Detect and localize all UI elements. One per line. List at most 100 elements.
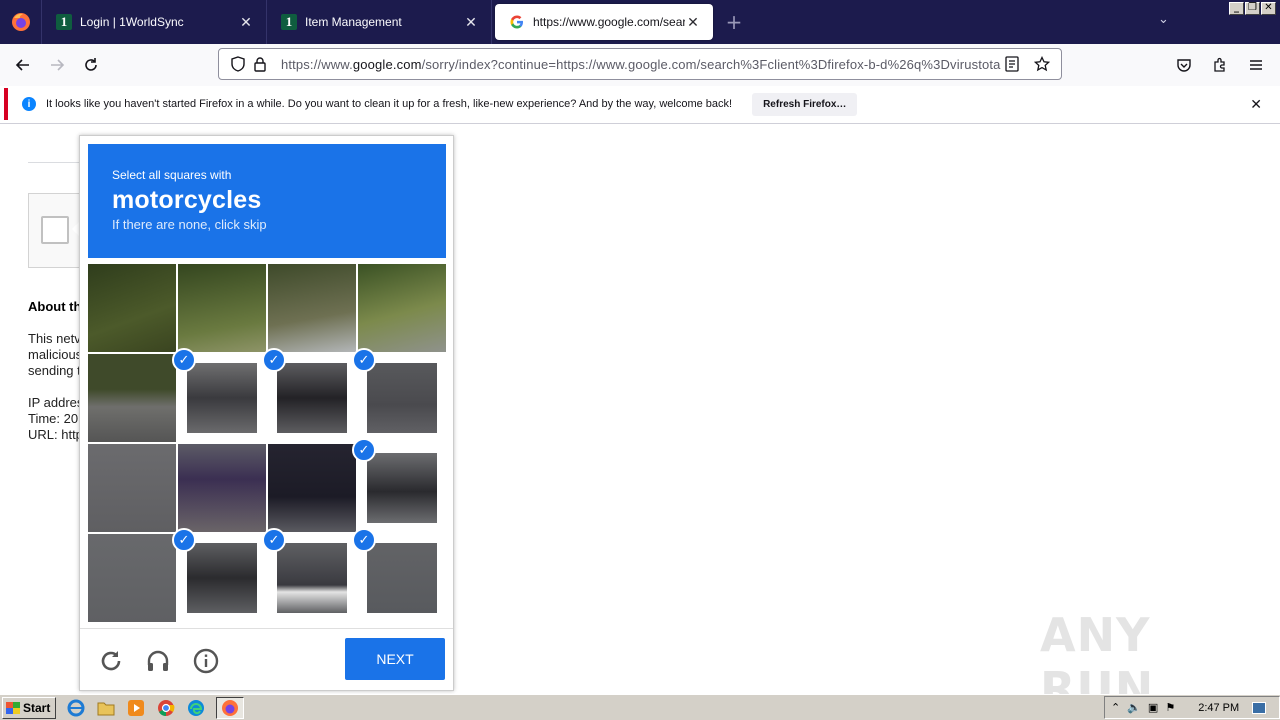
tile-image (187, 363, 257, 433)
tab-label: Item Management (305, 15, 402, 29)
next-button[interactable]: NEXT (345, 638, 445, 680)
captcha-tile[interactable] (268, 444, 356, 532)
shield-icon[interactable] (227, 53, 249, 75)
internet-explorer-icon[interactable] (66, 698, 86, 718)
url-bar[interactable]: https://www.google.com/sorry/index?conti… (218, 48, 1062, 80)
checkmark-icon: ✓ (352, 528, 376, 552)
system-tray: ⌃ 🔈 ▣ ⚑ 2:47 PM (1104, 696, 1280, 719)
captcha-tile[interactable] (268, 264, 356, 352)
captcha-tile[interactable] (88, 264, 176, 352)
edge-icon[interactable] (186, 698, 206, 718)
pocket-icon[interactable] (1170, 51, 1198, 79)
forward-arrow-icon[interactable] (40, 48, 74, 82)
media-player-icon[interactable] (126, 698, 146, 718)
1worldsync-icon: 1 (56, 14, 72, 30)
tile-image (367, 543, 437, 613)
url-prefix: https://www. (281, 56, 353, 72)
tile-image (358, 264, 446, 352)
captcha-tile[interactable]: ✓ (352, 528, 446, 622)
tile-image (178, 264, 266, 352)
info-icon: i (22, 97, 36, 111)
chrome-icon[interactable] (156, 698, 176, 718)
tile-image (88, 534, 176, 622)
bookmark-star-icon[interactable] (1031, 53, 1053, 75)
google-icon (509, 14, 525, 30)
lock-icon[interactable] (249, 53, 271, 75)
checkmark-icon: ✓ (262, 348, 286, 372)
quick-launch (66, 696, 244, 719)
refresh-firefox-button[interactable]: Refresh Firefox… (752, 92, 858, 116)
tile-image (88, 354, 176, 442)
checkmark-icon: ✓ (262, 528, 286, 552)
captcha-tile[interactable]: ✓ (352, 438, 446, 532)
clock: 2:47 PM (1198, 701, 1240, 714)
network-icon[interactable]: ▣ (1148, 701, 1158, 714)
headphones-icon[interactable] (143, 646, 173, 676)
captcha-tile[interactable] (88, 354, 176, 442)
challenge-header: Select all squares with motorcycles If t… (88, 144, 446, 258)
show-desktop-icon[interactable] (1252, 701, 1267, 714)
skip-hint: If there are none, click skip (112, 217, 267, 232)
menu-icon[interactable] (1242, 51, 1270, 79)
close-icon[interactable]: ✕ (238, 14, 254, 31)
tile-image (268, 444, 356, 532)
chevron-down-icon[interactable]: ⌄ (1158, 12, 1169, 27)
recaptcha-checkbox[interactable] (41, 216, 69, 244)
back-arrow-icon[interactable] (6, 48, 40, 82)
divider (0, 123, 1280, 124)
close-icon[interactable]: ✕ (685, 14, 701, 31)
captcha-tile[interactable] (358, 264, 446, 352)
instruction-text: Select all squares with (112, 168, 232, 182)
firefox-taskbar-icon[interactable] (216, 696, 244, 719)
volume-icon[interactable]: 🔈 (1127, 701, 1141, 714)
recaptcha-challenge: Select all squares with motorcycles If t… (79, 135, 454, 691)
chevron-up-icon[interactable]: ⌃ (1111, 701, 1120, 714)
start-button[interactable]: Start (2, 696, 56, 719)
restore-button[interactable]: ❐ (1245, 2, 1260, 15)
captcha-tile[interactable] (88, 534, 176, 622)
flag-icon[interactable]: ⚑ (1165, 701, 1175, 714)
tab-google-search[interactable]: https://www.google.com/search?c ✕ (495, 4, 713, 40)
folder-icon[interactable] (96, 698, 116, 718)
reload-icon[interactable] (96, 646, 126, 676)
notification-message: It looks like you haven't started Firefo… (46, 98, 733, 110)
page-text-line: malicious (28, 347, 80, 362)
window-controls: _ ❐ ✕ (1229, 2, 1276, 15)
windows-flag-icon (6, 701, 20, 714)
page-text-line: IP addres (28, 395, 80, 410)
divider (80, 628, 453, 629)
tab-login-1worldsync[interactable]: 1 Login | 1WorldSync ✕ (42, 0, 267, 44)
about-heading: About th (28, 299, 80, 314)
tile-image (88, 444, 176, 532)
1worldsync-icon: 1 (281, 14, 297, 30)
tile-image (277, 363, 347, 433)
captcha-tile[interactable]: ✓ (352, 348, 446, 442)
captcha-tile[interactable]: ✓ (172, 348, 266, 442)
captcha-tile[interactable] (88, 444, 176, 532)
captcha-tile[interactable] (178, 444, 266, 532)
captcha-tile[interactable]: ✓ (262, 528, 356, 622)
close-icon[interactable]: ✕ (463, 14, 479, 31)
new-tab-icon[interactable]: + (716, 0, 752, 44)
info-icon[interactable] (191, 646, 221, 676)
captcha-tile[interactable] (178, 264, 266, 352)
page-text-line: Time: 20 (28, 411, 79, 426)
minimize-button[interactable]: _ (1229, 2, 1244, 15)
firefox-icon[interactable] (0, 0, 42, 44)
tile-image (178, 444, 266, 532)
extensions-icon[interactable] (1206, 51, 1234, 79)
captcha-tile[interactable]: ✓ (262, 348, 356, 442)
close-icon[interactable]: ✕ (1250, 96, 1262, 113)
reader-view-icon[interactable] (1001, 53, 1023, 75)
url-text: https://www.google.com/sorry/index?conti… (281, 57, 1001, 72)
close-window-button[interactable]: ✕ (1261, 2, 1276, 15)
tile-image (88, 264, 176, 352)
captcha-tile[interactable]: ✓ (172, 528, 266, 622)
tile-image (277, 543, 347, 613)
reload-icon[interactable] (74, 48, 108, 82)
tile-image (367, 453, 437, 523)
page-text-line: sending t (28, 363, 80, 378)
taskbar: Start ⌃ 🔈 ▣ ⚑ 2:47 PM (0, 694, 1280, 720)
tile-image (187, 543, 257, 613)
tab-item-management[interactable]: 1 Item Management ✕ (267, 0, 492, 44)
